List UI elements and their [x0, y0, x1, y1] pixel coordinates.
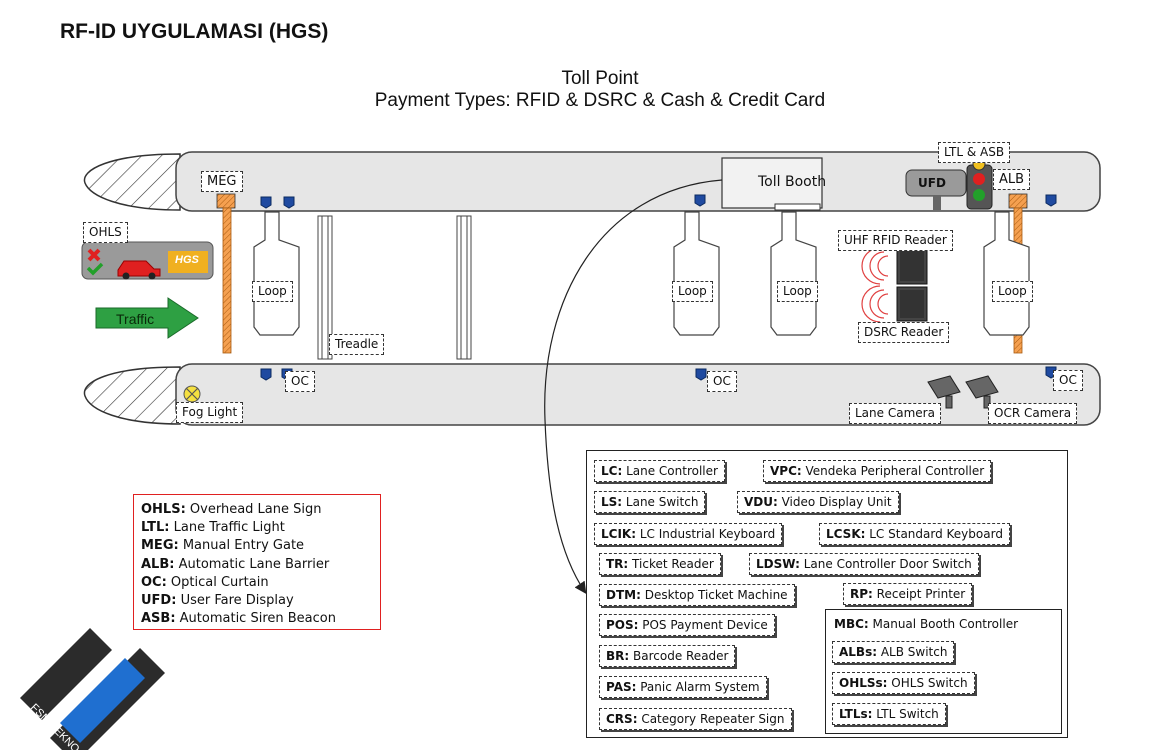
- label-oc-2: OC: [707, 371, 737, 392]
- legend-item: LTL: Lane Traffic Light: [141, 520, 285, 536]
- label-ufd: UFD: [918, 176, 946, 190]
- label-treadle: Treadle: [329, 334, 385, 355]
- device-rp: RP: Receipt Printer: [843, 583, 973, 605]
- legend-item: UFD: User Fare Display: [141, 593, 294, 609]
- lower-island-nose: [83, 366, 181, 425]
- label-oc-3: OC: [1053, 370, 1083, 391]
- label-loop-2: Loop: [672, 281, 713, 302]
- label-dsrc-reader: DSRC Reader: [858, 322, 950, 343]
- label-hgs-badge: HGS: [175, 254, 199, 266]
- legend-item: OC: Optical Curtain: [141, 574, 269, 590]
- label-traffic: Traffic: [116, 311, 155, 327]
- legend-item: OHLS: Overhead Lane Sign: [141, 502, 322, 517]
- device-albs: ALBs: ALB Switch: [832, 641, 955, 663]
- treadle-2: [456, 215, 472, 360]
- device-ltls: LTLs: LTL Switch: [832, 703, 946, 725]
- device-pos: POS: POS Payment Device: [599, 614, 775, 636]
- device-crs: CRS: Category Repeater Sign: [599, 708, 792, 730]
- device-ohlss: OHLSs: OHLS Switch: [832, 672, 975, 694]
- meg-barrier-arm: [222, 207, 232, 354]
- traffic-light: [966, 164, 993, 210]
- device-vpc: VPC: Vendeka Peripheral Controller: [763, 460, 992, 482]
- label-meg: MEG: [201, 171, 243, 192]
- label-uhf-reader: UHF RFID Reader: [838, 230, 953, 251]
- device-ldsw: LDSW: Lane Controller Door Switch: [749, 553, 979, 575]
- label-ltl-asb: LTL & ASB: [938, 142, 1011, 163]
- device-vdu: VDU: Video Display Unit: [737, 491, 899, 513]
- device-br: BR: Barcode Reader: [599, 645, 736, 667]
- device-pas: PAS: Panic Alarm System: [599, 676, 767, 698]
- label-alb: ALB: [993, 169, 1031, 190]
- loop-3: [770, 211, 817, 336]
- legend-item: MEG: Manual Entry Gate: [141, 538, 305, 554]
- label-lane-camera: Lane Camera: [849, 403, 941, 424]
- device-dtm: DTM: Desktop Ticket Machine: [599, 584, 795, 606]
- label-oc-1: OC: [285, 371, 315, 392]
- device-ls: LS: Lane Switch: [594, 491, 706, 513]
- label-ocr-camera: OCR Camera: [988, 403, 1078, 424]
- loop-1: [253, 211, 300, 336]
- label-fog-light: Fog Light: [176, 402, 244, 423]
- device-mbc: MBC: Manual Booth Controller: [834, 617, 1019, 631]
- legend-item: ASB: Automatic Siren Beacon: [141, 611, 336, 627]
- label-toll-booth: Toll Booth: [758, 174, 827, 190]
- legend-item: ALB: Automatic Lane Barrier: [141, 556, 330, 572]
- device-lcsk: LCSK: LC Standard Keyboard: [819, 523, 1010, 545]
- device-lc: LC: Lane Controller: [594, 460, 725, 482]
- loop-2: [673, 211, 720, 336]
- label-ohls: OHLS: [83, 222, 128, 243]
- abbreviation-legend: OHLS: Overhead Lane Sign LTL: Lane Traff…: [133, 494, 381, 630]
- label-loop-4: Loop: [992, 281, 1033, 302]
- label-loop-1: Loop: [252, 281, 293, 302]
- upper-island-nose: [83, 153, 181, 211]
- label-loop-3: Loop: [777, 281, 818, 302]
- device-lcik: LCIK: LC Industrial Keyboard: [594, 523, 783, 545]
- device-tr: TR: Ticket Reader: [599, 553, 721, 575]
- company-logo: FSM TEKNO: [20, 628, 165, 750]
